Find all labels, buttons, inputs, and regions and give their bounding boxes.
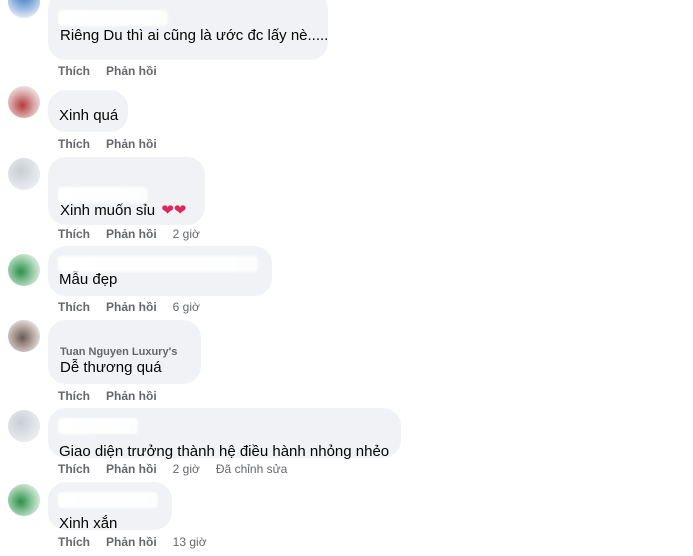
comment-bubble: Riêng Du thì ai cũng là ước đc lấy nè...… — [48, 0, 328, 60]
comment-author[interactable]: Tuan Nguyen Luxury's — [60, 346, 189, 358]
like-button[interactable]: Thích — [58, 64, 90, 78]
comment-timestamp[interactable]: 6 giờ — [173, 300, 200, 314]
comment-author[interactable] — [58, 418, 389, 434]
comment-author[interactable] — [58, 256, 260, 272]
comment-timestamp[interactable]: 2 giờ — [173, 462, 200, 476]
comment-author[interactable] — [58, 492, 160, 508]
avatar[interactable] — [8, 0, 40, 18]
reply-button[interactable]: Phản hồi — [106, 462, 157, 476]
comment-bubble: Tuan Nguyen Luxury's Dễ thương quá — [48, 320, 201, 384]
comment-text-content: Xinh muốn sỉu — [60, 202, 156, 219]
comment-actions: Thích Phản hồi 2 giờ Đã chỉnh sửa — [58, 461, 287, 477]
reply-button[interactable]: Phản hồi — [106, 389, 157, 403]
like-button[interactable]: Thích — [58, 137, 90, 151]
reply-button[interactable]: Phản hồi — [106, 535, 157, 549]
comment-text: Giao diện trưởng thành hệ điều hành nhỏn… — [59, 443, 390, 460]
comment-bubble: Xinh muốn sỉu ❤❤ — [48, 157, 205, 225]
edited-label[interactable]: Đã chỉnh sửa — [216, 462, 287, 476]
comment-actions: Thích Phản hồi — [58, 388, 173, 404]
comment-actions: Thích Phản hồi 6 giờ — [58, 299, 216, 315]
comment-timestamp[interactable]: 2 giờ — [173, 227, 200, 241]
comment-actions: Thích Phản hồi — [58, 136, 173, 152]
comment-bubble: Giao diện trưởng thành hệ điều hành nhỏn… — [48, 408, 401, 460]
comment-bubble: Xinh xắn — [48, 482, 172, 532]
like-button[interactable]: Thích — [58, 389, 90, 403]
like-button[interactable]: Thích — [58, 462, 90, 476]
reply-button[interactable]: Phản hồi — [106, 227, 157, 241]
comment-actions: Thích Phản hồi 13 giờ — [58, 534, 223, 550]
heart-emoji-icon: ❤❤ — [161, 202, 187, 219]
avatar[interactable] — [8, 158, 40, 190]
reply-button[interactable]: Phản hồi — [106, 300, 157, 314]
reply-button[interactable]: Phản hồi — [106, 64, 157, 78]
comment-actions: Thích Phản hồi — [58, 63, 173, 79]
comment-text: Riêng Du thì ai cũng là ước đc lấy nè...… — [60, 27, 329, 44]
avatar[interactable] — [8, 484, 40, 516]
avatar[interactable] — [8, 410, 40, 442]
avatar[interactable] — [8, 320, 40, 352]
comment-text: Xinh muốn sỉu ❤❤ — [60, 201, 193, 221]
comment-author[interactable] — [58, 10, 316, 26]
like-button[interactable]: Thích — [58, 300, 90, 314]
comment-bubble: Xinh quá — [48, 90, 128, 132]
avatar[interactable] — [8, 254, 40, 286]
like-button[interactable]: Thích — [58, 535, 90, 549]
like-button[interactable]: Thích — [58, 227, 90, 241]
comment-text: Xinh xắn — [59, 515, 118, 532]
comment-author[interactable] — [58, 187, 193, 203]
reply-button[interactable]: Phản hồi — [106, 137, 157, 151]
comment-text: Xinh quá — [59, 107, 119, 124]
comment-actions: Thích Phản hồi 2 giờ — [58, 226, 216, 242]
comment-text: Dễ thương quá — [60, 359, 162, 376]
comment-bubble: Mẫu đẹp — [48, 246, 272, 296]
comment-timestamp[interactable]: 13 giờ — [173, 535, 207, 549]
avatar[interactable] — [8, 86, 40, 118]
comment-text: Mẫu đẹp — [59, 271, 118, 288]
